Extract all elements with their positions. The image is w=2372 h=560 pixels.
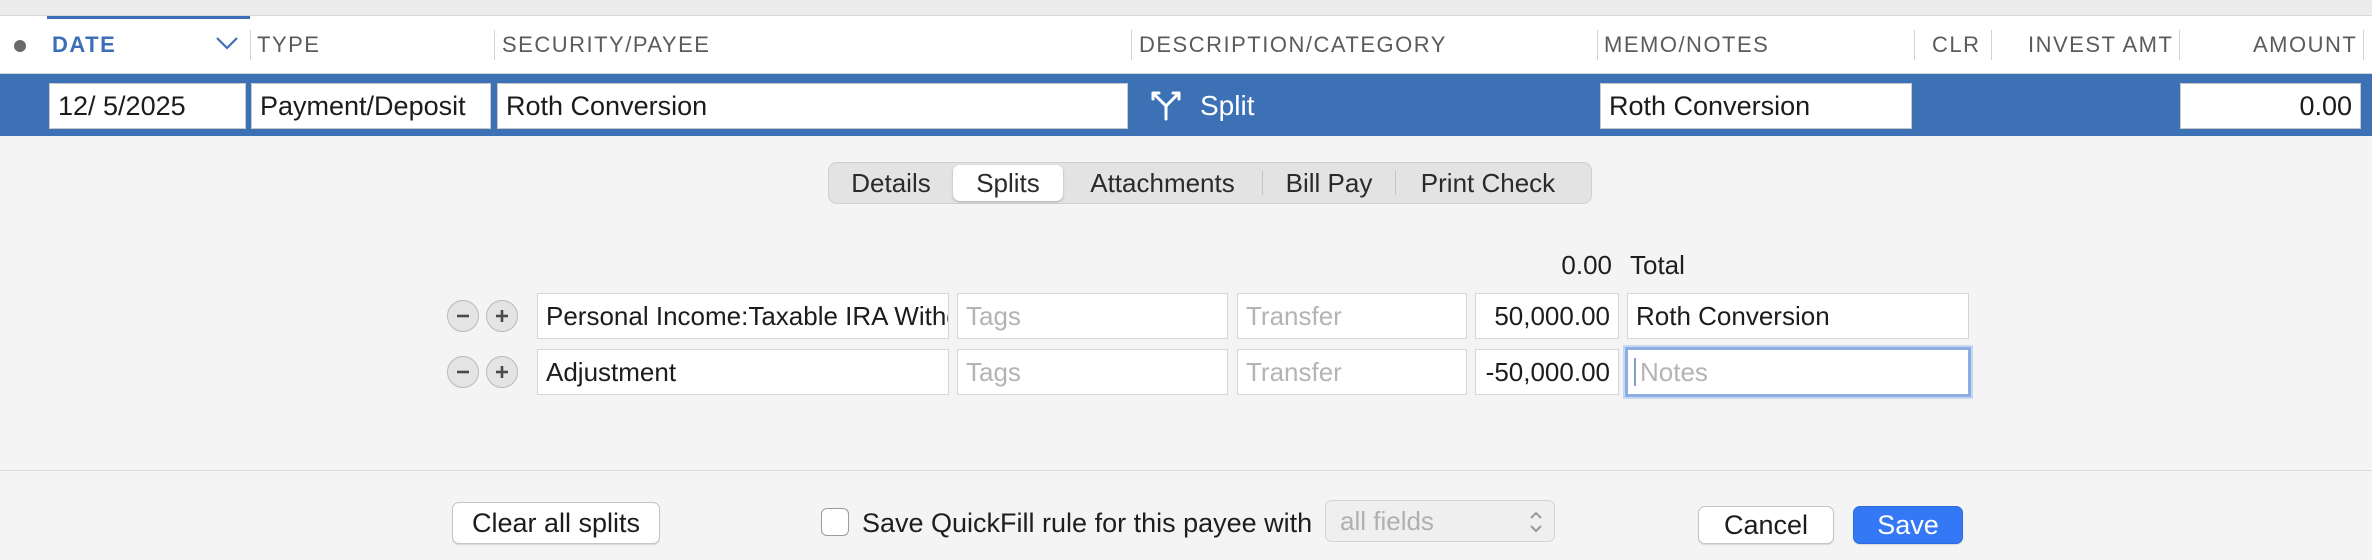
add-split-button[interactable] [486, 356, 518, 388]
footer-divider [0, 470, 2372, 471]
split-notes-field[interactable]: Roth Conversion [1627, 293, 1969, 339]
remove-split-button[interactable] [447, 300, 479, 332]
column-header-memo-notes[interactable]: MEMO/NOTES [1604, 16, 1769, 74]
split-category-field[interactable]: Adjustment [537, 349, 949, 395]
split-amount-field[interactable]: 50,000.00 [1475, 293, 1619, 339]
text-caret [1634, 358, 1636, 386]
plus-icon [496, 366, 508, 378]
split-transfer-field[interactable]: Transfer [1237, 293, 1467, 339]
tab-attachments[interactable]: Attachments [1063, 165, 1262, 201]
column-separator [250, 30, 251, 60]
split-icon [1151, 91, 1181, 121]
column-separator [494, 30, 495, 60]
split-transfer-field[interactable]: Transfer [1237, 349, 1467, 395]
column-header-invest-amt[interactable]: INVEST AMT [2028, 16, 2173, 74]
column-separator [1131, 30, 1132, 60]
save-button[interactable]: Save [1853, 506, 1963, 544]
quickfill-label: Save QuickFill rule for this payee with [862, 507, 1313, 538]
tab-splits[interactable]: Splits [953, 165, 1063, 201]
minus-icon [457, 370, 469, 374]
remove-split-button[interactable] [447, 356, 479, 388]
chevron-down-icon[interactable] [214, 34, 240, 52]
column-separator [1597, 30, 1598, 60]
column-header-security-payee[interactable]: SECURITY/PAYEE [502, 16, 710, 74]
cancel-button[interactable]: Cancel [1698, 506, 1834, 544]
category-split-cell[interactable]: Split [1150, 84, 1254, 128]
updown-chevron-icon [1530, 511, 1542, 533]
split-amount-field[interactable]: -50,000.00 [1475, 349, 1619, 395]
detail-tabs: Details Splits Attachments Bill Pay Prin… [828, 162, 1592, 204]
split-tags-field[interactable]: Tags [957, 293, 1228, 339]
column-separator [2363, 30, 2364, 60]
date-field[interactable]: 12/ 5/2025 [49, 83, 246, 129]
column-separator [1991, 30, 1992, 60]
column-separator [2179, 30, 2180, 60]
tab-details[interactable]: Details [829, 165, 953, 201]
split-category-field[interactable]: Personal Income:Taxable IRA Withdrawal [537, 293, 949, 339]
memo-field[interactable]: Roth Conversion [1600, 83, 1912, 129]
window-top-strip [0, 0, 2372, 16]
status-dot-icon [14, 40, 26, 52]
split-notes-placeholder: Notes [1640, 356, 1708, 387]
column-separator [1914, 30, 1915, 60]
plus-icon [496, 310, 508, 322]
split-notes-field-focused[interactable]: Notes [1625, 347, 1971, 397]
column-header-clr[interactable]: CLR [1932, 16, 1981, 74]
add-split-button[interactable] [486, 300, 518, 332]
column-header-type[interactable]: TYPE [257, 16, 320, 74]
quickfill-fields-select[interactable]: all fields [1325, 500, 1555, 542]
column-header-date[interactable]: DATE [52, 16, 116, 74]
column-header-description-category[interactable]: DESCRIPTION/CATEGORY [1139, 16, 1447, 74]
category-split-label: Split [1200, 90, 1255, 121]
quickfill-fields-value: all fields [1340, 505, 1434, 536]
splits-total-amount: 0.00 [1561, 250, 1612, 280]
split-tags-field[interactable]: Tags [957, 349, 1228, 395]
payee-field[interactable]: Roth Conversion [497, 83, 1128, 129]
type-field[interactable]: Payment/Deposit [251, 83, 491, 129]
quickfill-checkbox[interactable] [821, 508, 849, 536]
splits-total-label: Total [1630, 250, 1685, 280]
column-header-amount[interactable]: AMOUNT [2253, 16, 2357, 74]
tab-bill-pay[interactable]: Bill Pay [1263, 165, 1395, 201]
amount-field[interactable]: 0.00 [2180, 83, 2361, 129]
tab-print-check[interactable]: Print Check [1396, 165, 1580, 201]
clear-all-splits-button[interactable]: Clear all splits [452, 502, 660, 544]
minus-icon [457, 314, 469, 318]
